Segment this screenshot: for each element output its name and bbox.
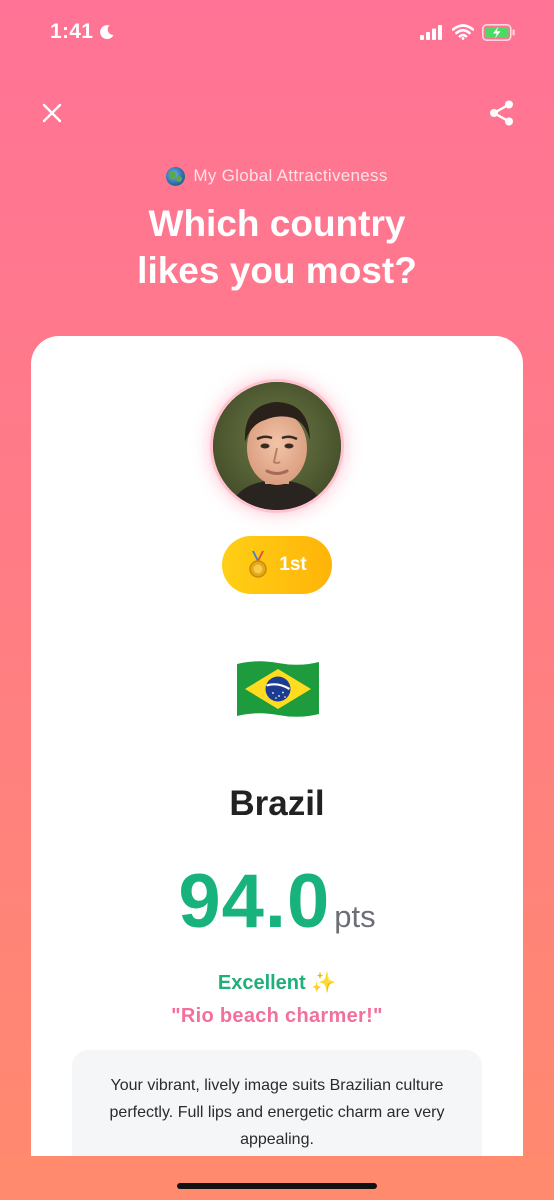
description-text: Your vibrant, lively image suits Brazili… — [109, 1077, 445, 1148]
share-button[interactable] — [481, 92, 523, 134]
top-actions — [0, 92, 554, 134]
home-indicator[interactable] — [177, 1183, 377, 1189]
brazil-flag-icon — [237, 661, 319, 717]
battery-charging-icon — [482, 23, 515, 41]
clock-text: 1:41 — [50, 20, 94, 43]
subtitle-text: My Global Attractiveness — [193, 166, 388, 185]
title-line-2: likes you most? — [137, 250, 417, 291]
page-title: Which country likes you most? — [0, 200, 554, 294]
status-icons — [420, 23, 516, 41]
moon-icon — [100, 25, 114, 40]
close-button[interactable] — [31, 92, 73, 134]
profile-photo — [213, 382, 341, 510]
result-card: 1st Brazil 94.0 pts Excellent ✨ "Rio bea… — [31, 336, 523, 1200]
tagline-quote: "Rio beach charmer!" — [171, 1005, 383, 1027]
wifi-icon — [452, 24, 474, 40]
score-row: 94.0 pts — [31, 858, 523, 945]
medal-icon — [249, 551, 268, 578]
title-line-1: Which country — [148, 203, 406, 244]
cellular-signal-icon — [420, 25, 442, 40]
score-value: 94.0 — [178, 859, 331, 944]
avatar — [210, 379, 344, 513]
bottom-bar — [0, 1156, 554, 1200]
status-time: 1:41 — [50, 20, 115, 44]
country-name: Brazil — [229, 784, 325, 823]
globe-icon — [166, 166, 186, 186]
share-icon — [490, 100, 513, 126]
status-bar: 1:41 — [0, 0, 554, 64]
rank-label: 1st — [279, 554, 307, 575]
rating-label: Excellent ✨ — [217, 972, 337, 994]
score-unit: pts — [334, 899, 376, 934]
rank-badge: 1st — [222, 536, 332, 594]
page-subtitle: My Global Attractiveness — [0, 166, 554, 186]
close-icon — [42, 103, 62, 123]
